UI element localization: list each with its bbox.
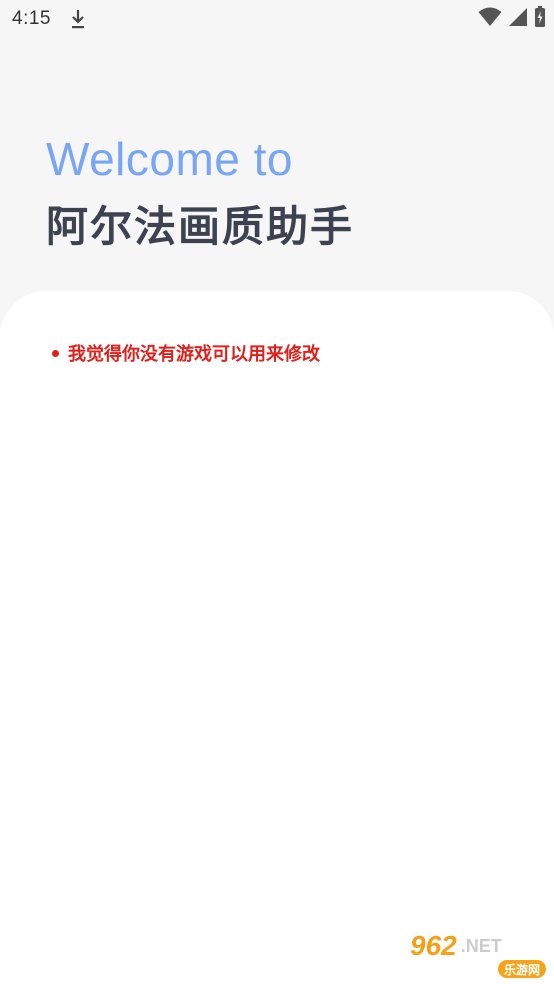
bullet-dot-icon [52, 349, 59, 357]
watermark-net: .NET [460, 935, 502, 956]
welcome-heading: Welcome to [46, 133, 294, 185]
download-icon [71, 10, 84, 29]
watermark-top: 962 .NET [410, 930, 502, 961]
watermark-site: 乐游网 [503, 962, 540, 977]
watermark-logo: 962 .NET 乐游网 [410, 930, 548, 980]
screen: 4:15 Welcome to 阿尔法画质助手 我觉得你没有游戏可以用来修改 9… [0, 0, 554, 984]
notice-item: 我觉得你没有游戏可以用来修改 [52, 340, 320, 366]
app-title: 阿尔法画质助手 [46, 202, 355, 251]
status-time: 4:15 [12, 8, 51, 29]
notice-text: 我觉得你没有游戏可以用来修改 [68, 344, 320, 365]
wifi-icon [478, 7, 502, 26]
watermark-number: 962 [410, 930, 457, 961]
watermark-badge: 乐游网 [497, 960, 546, 978]
status-bar: 4:15 [0, 0, 554, 38]
content-card [0, 291, 554, 984]
status-icons [478, 6, 546, 28]
battery-charging-icon [535, 6, 545, 27]
signal-icon [509, 8, 527, 26]
